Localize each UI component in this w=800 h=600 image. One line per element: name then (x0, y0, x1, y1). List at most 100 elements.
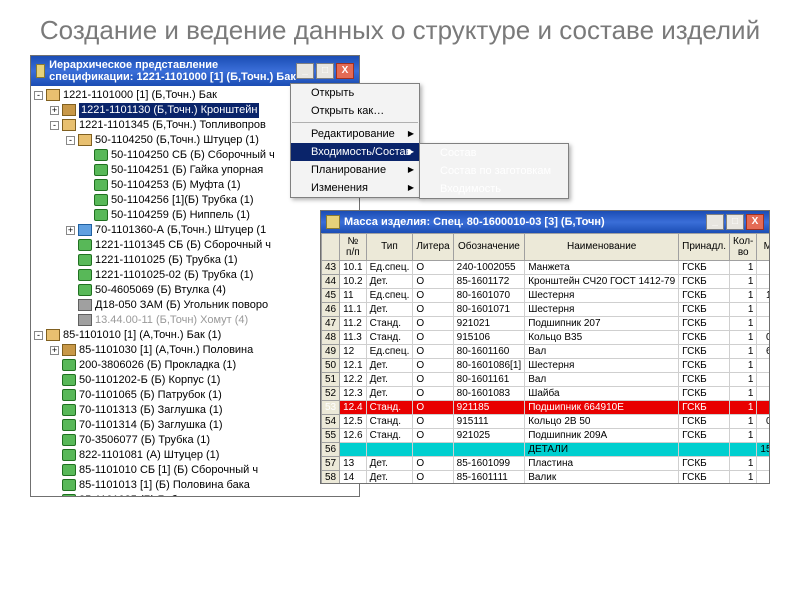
cell[interactable]: Дет. (366, 470, 413, 483)
cell[interactable]: 80-1601161 (453, 372, 525, 386)
cell[interactable]: Вал (525, 372, 679, 386)
cell[interactable] (730, 442, 757, 456)
cell[interactable]: О (413, 414, 453, 428)
tree-node[interactable]: 13.44.00-11 (Б,Точн) Хомут (4) (34, 313, 356, 328)
cell[interactable]: 1 (730, 470, 757, 483)
cell[interactable]: 0.404 (757, 428, 769, 442)
context-menu[interactable]: ОткрытьОткрыть как…РедактированиеВходимо… (290, 83, 420, 198)
tree-node[interactable]: +85-1101030 [1] (А,Точн.) Половина (34, 343, 356, 358)
cell[interactable]: О (413, 358, 453, 372)
tree-node[interactable]: 200-3806026 (Б) Прокладка (1) (34, 358, 356, 373)
tree-node[interactable]: 50-1101202-Б (Б) Корпус (1) (34, 373, 356, 388)
cell[interactable]: Кольцо 2В 50 (525, 414, 679, 428)
expand-toggle[interactable]: + (66, 226, 75, 235)
cell[interactable]: Станд. (366, 428, 413, 442)
cell[interactable] (340, 442, 366, 456)
cell[interactable] (679, 442, 730, 456)
cell[interactable]: 85-1601111 (453, 470, 525, 483)
cell[interactable]: 1 (730, 358, 757, 372)
expand-toggle[interactable]: - (34, 91, 43, 100)
expand-toggle[interactable]: - (50, 121, 59, 130)
cell[interactable]: 80-1601160 (453, 344, 525, 358)
cell[interactable]: Дет. (366, 274, 413, 288)
cell[interactable]: 80-1601070 (453, 288, 525, 302)
minimize-button[interactable]: _ (296, 63, 314, 79)
column-header[interactable]: Принадл. (679, 233, 730, 260)
cell[interactable]: 12 (340, 344, 366, 358)
tree-node[interactable]: 70-1101065 (Б) Патрубок (1) (34, 388, 356, 403)
mass-window-titlebar[interactable]: Масса изделия: Спец. 80-1600010-03 [3] (… (321, 211, 769, 233)
cell[interactable]: 11.3 (340, 330, 366, 344)
cell[interactable]: Ед.спец. (366, 344, 413, 358)
table-row[interactable]: 5814Дет.О85-1601111ВаликГСКБ10.45 (322, 470, 770, 483)
cell[interactable]: ГСКБ (679, 358, 730, 372)
cell[interactable]: Станд. (366, 316, 413, 330)
cell[interactable]: Валик (525, 470, 679, 483)
cell[interactable]: 915111 (453, 414, 525, 428)
cell[interactable]: О (413, 288, 453, 302)
column-header[interactable]: Кол-во (730, 233, 757, 260)
tree-window-titlebar[interactable]: Иерархическое представление спецификации… (31, 56, 359, 86)
cell[interactable]: Кронштейн СЧ20 ГОСТ 1412-79 (525, 274, 679, 288)
cell[interactable]: ГСКБ (679, 274, 730, 288)
maximize-button[interactable]: □ (316, 63, 334, 79)
cell[interactable]: Кольцо В35 (525, 330, 679, 344)
submenu[interactable]: СоставСостав по заготовкамВходимость (419, 143, 569, 199)
table-row[interactable]: 4511Ед.спец.О80-1601070ШестерняГСКБ11.29… (322, 288, 770, 302)
cell[interactable]: 15.2985 (757, 442, 769, 456)
menu-item[interactable]: Состав по заготовкам (420, 162, 568, 180)
close-button[interactable]: X (746, 214, 764, 230)
cell[interactable]: О (413, 344, 453, 358)
mass-table[interactable]: № п/пТипЛитераОбозначениеНаименованиеПри… (321, 233, 769, 483)
cell[interactable]: ГСКБ (679, 456, 730, 470)
cell[interactable]: ГСКБ (679, 260, 730, 274)
cell[interactable] (757, 260, 769, 274)
table-row[interactable]: 5112.2Дет.О80-1601161ВалГСКБ12.5 (322, 372, 770, 386)
cell[interactable]: Шестерня (525, 358, 679, 372)
table-row[interactable]: 4410.2Дет.О85-1601172Кронштейн СЧ20 ГОСТ… (322, 274, 770, 288)
cell[interactable]: Ед.спец. (366, 260, 413, 274)
cell[interactable]: ГСКБ (679, 400, 730, 414)
cell[interactable]: 1.7 (757, 274, 769, 288)
cell[interactable]: О (413, 302, 453, 316)
cell[interactable] (453, 442, 525, 456)
cell[interactable]: 85-1601172 (453, 274, 525, 288)
cell[interactable]: 921185 (453, 400, 525, 414)
cell[interactable]: ГСКБ (679, 344, 730, 358)
cell[interactable]: 1 (730, 386, 757, 400)
cell[interactable]: 1 (730, 274, 757, 288)
table-row[interactable]: 5212.3Дет.О80-1601083ШайбаГСКБ10.06 (322, 386, 770, 400)
cell[interactable]: О (413, 470, 453, 483)
cell[interactable]: Станд. (366, 400, 413, 414)
column-header[interactable]: Наименование (525, 233, 679, 260)
cell[interactable]: О (413, 316, 453, 330)
cell[interactable]: Дет. (366, 372, 413, 386)
cell[interactable]: Дет. (366, 386, 413, 400)
cell[interactable]: О (413, 386, 453, 400)
expand-toggle[interactable]: - (34, 331, 43, 340)
cell[interactable]: О (413, 260, 453, 274)
cell[interactable]: Станд. (366, 414, 413, 428)
cell[interactable]: 921025 (453, 428, 525, 442)
cell[interactable]: 12.6 (340, 428, 366, 442)
cell[interactable]: ГСКБ (679, 330, 730, 344)
cell[interactable]: 240-1002055 (453, 260, 525, 274)
menu-item[interactable]: Состав (420, 144, 568, 162)
table-row[interactable]: 4811.3Станд.О915106Кольцо В35ГСКБ10.0073 (322, 330, 770, 344)
cell[interactable]: 3.1 (757, 358, 769, 372)
cell[interactable]: 1 (730, 344, 757, 358)
cell[interactable]: Шестерня (525, 288, 679, 302)
cell[interactable]: О (413, 330, 453, 344)
menu-item[interactable]: Редактирование (291, 125, 419, 143)
column-header[interactable]: Литера (413, 233, 453, 260)
cell[interactable]: 0.06 (757, 386, 769, 400)
cell[interactable]: 85-1601099 (453, 456, 525, 470)
minimize-button[interactable]: _ (706, 214, 724, 230)
cell[interactable]: 2.5 (757, 372, 769, 386)
cell[interactable]: Дет. (366, 302, 413, 316)
cell[interactable]: Станд. (366, 330, 413, 344)
cell[interactable]: ГСКБ (679, 428, 730, 442)
tree-node[interactable]: 70-1101314 (Б) Заглушка (1) (34, 418, 356, 433)
tree-node[interactable]: 1221-1101025-02 (Б) Трубка (1) (34, 268, 356, 283)
table-row[interactable]: 5312.4Станд.О921185Подшипник 664910ЕГСКБ… (322, 400, 770, 414)
